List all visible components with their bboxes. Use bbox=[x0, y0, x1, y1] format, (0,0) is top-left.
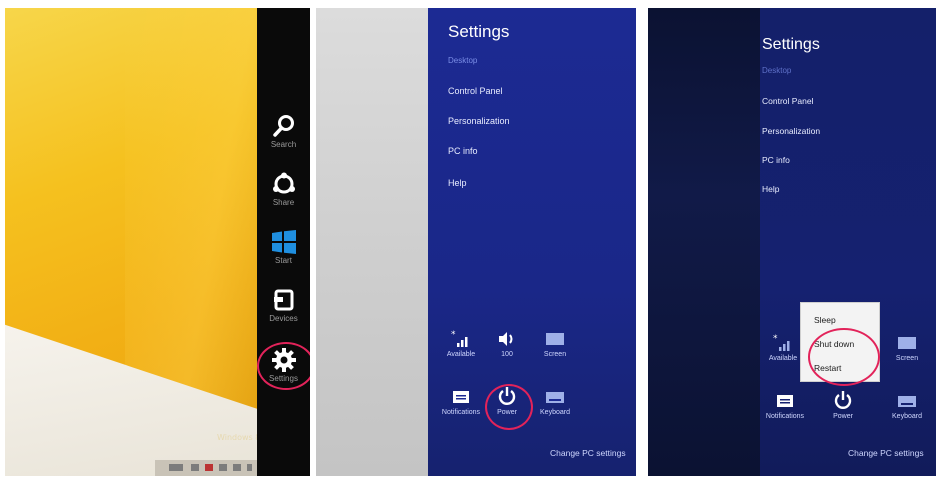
desktop-watermark: Windows 8 bbox=[217, 433, 261, 442]
network-icon: * bbox=[773, 334, 790, 351]
menu-item-pc-info[interactable]: PC info bbox=[762, 155, 790, 165]
share-icon bbox=[272, 172, 295, 194]
tile-screen[interactable]: Screen bbox=[532, 330, 578, 358]
devices-icon bbox=[273, 289, 293, 311]
volume-tray-icon[interactable] bbox=[247, 464, 252, 471]
power-icon bbox=[834, 391, 852, 409]
network-tray-icon[interactable] bbox=[219, 464, 227, 471]
menu-item-pc-info[interactable]: PC info bbox=[448, 146, 478, 156]
menu-item-control-panel[interactable]: Control Panel bbox=[762, 96, 814, 106]
menu-item-personalization[interactable]: Personalization bbox=[448, 116, 510, 126]
notifications-icon bbox=[453, 391, 469, 403]
charm-share[interactable]: Share bbox=[257, 172, 310, 207]
settings-subtitle: Desktop bbox=[762, 66, 792, 75]
settings-pane: Settings Desktop Control Panel Personali… bbox=[428, 8, 636, 476]
power-icon bbox=[498, 387, 516, 405]
charms-bar: Search Share Start Devices Settings bbox=[257, 8, 310, 476]
screen-icon bbox=[546, 333, 564, 345]
gear-icon bbox=[271, 348, 296, 372]
settings-title: Settings bbox=[448, 22, 510, 41]
desktop-background bbox=[648, 8, 760, 476]
search-icon bbox=[272, 115, 294, 137]
power-options-menu: Sleep Shut down Restart bbox=[800, 302, 880, 382]
menu-item-restart[interactable]: Restart bbox=[814, 363, 841, 373]
keyboard-icon bbox=[546, 392, 564, 403]
change-pc-settings-link[interactable]: Change PC settings bbox=[848, 448, 924, 458]
svg-text:*: * bbox=[773, 334, 778, 344]
screenshot-power-menu: Settings Desktop Control Panel Personali… bbox=[648, 8, 936, 476]
change-pc-settings-link[interactable]: Change PC settings bbox=[550, 448, 626, 458]
notifications-icon bbox=[777, 395, 793, 407]
tile-power[interactable]: Power bbox=[484, 386, 530, 416]
screen-icon bbox=[898, 337, 916, 349]
menu-item-shut-down[interactable]: Shut down bbox=[814, 339, 854, 349]
charm-search[interactable]: Search bbox=[257, 114, 310, 149]
battery-icon[interactable] bbox=[233, 464, 241, 471]
screenshot-desktop-charms: Windows 8 Search Share Start Devices Set… bbox=[5, 8, 310, 476]
desktop-background bbox=[316, 8, 428, 476]
menu-item-sleep[interactable]: Sleep bbox=[814, 315, 836, 325]
settings-title: Settings bbox=[762, 36, 820, 53]
menu-item-personalization[interactable]: Personalization bbox=[762, 126, 820, 136]
tile-notifications[interactable]: Notifications bbox=[438, 388, 484, 416]
volume-icon bbox=[499, 332, 513, 346]
tray-icon[interactable] bbox=[191, 464, 199, 471]
charm-start[interactable]: Start bbox=[257, 230, 310, 265]
menu-item-control-panel[interactable]: Control Panel bbox=[448, 86, 503, 96]
flag-icon[interactable] bbox=[205, 464, 213, 471]
screenshot-settings-pane: Settings Desktop Control Panel Personali… bbox=[316, 8, 636, 476]
network-icon: * bbox=[451, 330, 468, 347]
keyboard-icon bbox=[898, 396, 916, 407]
taskbar bbox=[155, 460, 259, 476]
tile-screen[interactable]: Screen bbox=[884, 334, 930, 362]
svg-text:*: * bbox=[451, 330, 456, 340]
tile-notifications[interactable]: Notifications bbox=[762, 392, 808, 420]
tile-keyboard[interactable]: Keyboard bbox=[532, 388, 578, 416]
tile-power[interactable]: Power bbox=[820, 390, 866, 420]
charm-devices[interactable]: Devices bbox=[257, 288, 310, 323]
settings-pane: Settings Desktop Control Panel Personali… bbox=[760, 8, 936, 476]
tile-network[interactable]: * Available bbox=[438, 330, 484, 358]
tile-keyboard[interactable]: Keyboard bbox=[884, 392, 930, 420]
charm-settings[interactable]: Settings bbox=[257, 348, 310, 383]
menu-item-help[interactable]: Help bbox=[448, 178, 467, 188]
tile-volume[interactable]: 100 bbox=[484, 330, 530, 358]
windows-icon bbox=[271, 230, 296, 254]
menu-item-help[interactable]: Help bbox=[762, 184, 779, 194]
settings-subtitle: Desktop bbox=[448, 56, 478, 65]
keyboard-tray-icon[interactable] bbox=[169, 464, 183, 471]
